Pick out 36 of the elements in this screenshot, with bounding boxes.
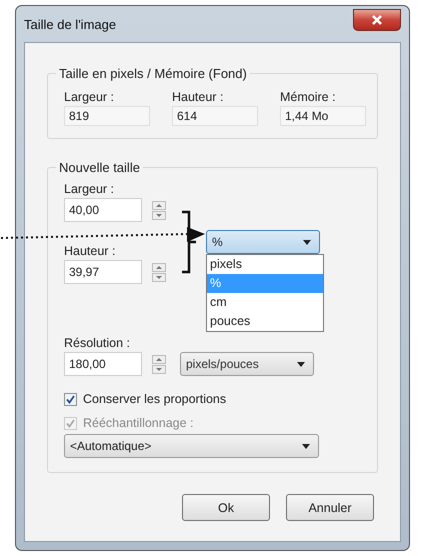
- unit-dropdown[interactable]: %: [206, 230, 320, 254]
- caret-icon: [297, 362, 305, 366]
- caret-icon: [302, 444, 310, 448]
- resample-dropdown[interactable]: <Automatique>: [64, 434, 319, 458]
- height-field[interactable]: 39,97: [64, 260, 142, 284]
- dropdown-option[interactable]: cm: [207, 293, 323, 312]
- cancel-button[interactable]: Annuler: [286, 494, 374, 521]
- readonly-field: 1,44 Mo: [280, 106, 366, 126]
- spinner[interactable]: [152, 354, 166, 374]
- spinner[interactable]: [152, 262, 166, 282]
- field-label: Hauteur :: [172, 90, 224, 104]
- close-button[interactable]: [353, 9, 401, 31]
- field-label: Largeur :: [64, 182, 116, 196]
- window-title: Taille de l'image: [24, 16, 116, 32]
- field-label: Hauteur :: [64, 244, 116, 258]
- bracket-drawing: [181, 210, 197, 274]
- dropdown-option[interactable]: pouces: [207, 312, 323, 331]
- checkbox-label: Rééchantillonnage :: [83, 416, 194, 430]
- width-field[interactable]: 40,00: [64, 198, 142, 222]
- checkbox[interactable]: [64, 392, 77, 406]
- resolution-field[interactable]: 180,00: [64, 352, 142, 376]
- group-title: Taille en pixels / Mémoire (Fond): [56, 66, 250, 81]
- group-title: Nouvelle taille: [56, 160, 143, 175]
- dropdown-value: %: [212, 235, 223, 249]
- close-icon: [371, 14, 383, 26]
- spinner[interactable]: [152, 200, 166, 220]
- checkbox-label: Conserver les proportions: [83, 392, 226, 406]
- dropdown-option[interactable]: pixels: [207, 255, 323, 274]
- caret-icon: [303, 240, 311, 244]
- field-label: Largeur :: [64, 90, 116, 104]
- field-label: Mémoire :: [280, 90, 337, 104]
- readonly-field: 819: [64, 106, 150, 126]
- resolution-unit-dropdown[interactable]: pixels/pouces: [180, 352, 314, 376]
- field-label: Résolution :: [64, 336, 130, 350]
- ok-button[interactable]: Ok: [182, 494, 270, 521]
- readonly-field: 614: [172, 106, 258, 126]
